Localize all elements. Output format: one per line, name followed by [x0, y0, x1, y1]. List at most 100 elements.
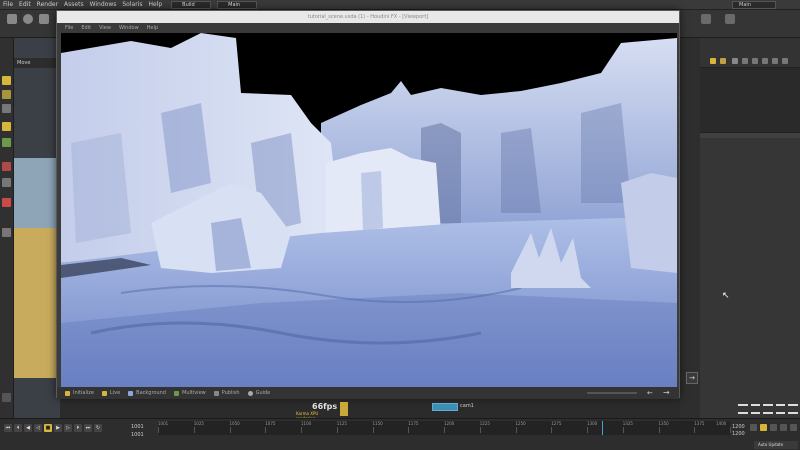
move-tool-icon[interactable] — [2, 90, 11, 99]
menu-edit[interactable]: Edit — [16, 0, 34, 10]
pose-tool-icon[interactable] — [2, 178, 11, 187]
shelf-tool-box[interactable] — [6, 14, 18, 34]
home-icon[interactable] — [720, 58, 726, 64]
shelf-tool-tube[interactable] — [38, 14, 50, 34]
help-icon[interactable] — [742, 58, 748, 64]
menu-solaris[interactable]: Solaris — [119, 0, 145, 10]
timeline-playhead[interactable] — [602, 421, 603, 435]
status-guide-label: Guide — [255, 390, 271, 396]
window-title: tutorial_scene.usda (1) - Houdini FX - [… — [57, 11, 679, 23]
timeline-bar: ⏮ ⏴ ◀ ◁ ■ ▶ ▷ ⏵ ⏭ ↻ 1001 1001 1001 1025 10… — [0, 418, 800, 450]
end-frame[interactable]: 1200 — [732, 424, 745, 430]
play-button[interactable]: ▶ — [54, 424, 62, 432]
status-initialize[interactable]: Initialize — [65, 390, 94, 396]
step-back-button[interactable]: ⏴ — [14, 424, 22, 432]
pin-icon[interactable] — [710, 58, 716, 64]
timeline-tick — [301, 427, 302, 433]
status-live[interactable]: Live — [101, 390, 121, 396]
right-panel — [680, 38, 800, 418]
timeline-tick-label: 1400 — [716, 421, 727, 426]
parameter-area — [700, 68, 800, 138]
scale-tool-icon[interactable] — [2, 122, 11, 131]
shelf-dash-row-2 — [738, 412, 798, 416]
shelf-tool-light[interactable] — [724, 14, 736, 34]
timeline-tick — [158, 427, 159, 433]
multiview-icon — [174, 390, 179, 396]
autokey-icon[interactable] — [760, 424, 767, 431]
window-statusbar: Initialize Live Background Multiview Pub… — [57, 387, 679, 399]
desktop-selector-build[interactable]: Build — [171, 0, 212, 9]
prev-key-button[interactable]: ◁ — [34, 424, 42, 432]
left-pane-tab[interactable]: Move — [14, 58, 60, 68]
window-menu-help[interactable]: Help — [143, 25, 162, 31]
timeline-tick-label: 1050 — [229, 421, 240, 426]
back-arrow-icon[interactable]: ← — [647, 389, 653, 397]
playback-controls: ⏮ ⏴ ◀ ◁ ■ ▶ ▷ ⏵ ⏭ ↻ — [4, 424, 102, 432]
channel-icon[interactable] — [770, 424, 777, 431]
shelf-tool-sphere[interactable] — [22, 14, 34, 34]
jump-start-button[interactable]: ⏮ — [4, 424, 12, 432]
select-tool-icon[interactable] — [2, 76, 11, 85]
status-background[interactable]: Background — [128, 390, 166, 396]
timeline-tick — [229, 427, 231, 433]
ice-canyon-render — [61, 33, 677, 388]
info-icon[interactable] — [772, 58, 778, 64]
link-icon[interactable] — [752, 58, 758, 64]
auto-update-dropdown[interactable]: Auto Update — [754, 441, 798, 449]
current-frame[interactable]: 1001 — [131, 424, 144, 430]
key-icon[interactable] — [750, 424, 757, 431]
desktop-selector-main[interactable]: Main — [217, 0, 258, 9]
timeline-tick-label: 1250 — [515, 421, 526, 426]
expand-arrow-button[interactable]: → — [686, 372, 698, 384]
step-forward-button[interactable]: ⏵ — [74, 424, 82, 432]
status-slider[interactable] — [587, 392, 637, 394]
jump-end-button[interactable]: ⏭ — [84, 424, 92, 432]
play-reverse-button[interactable]: ◀ — [24, 424, 32, 432]
desktop-selector-right[interactable]: Main — [732, 1, 776, 9]
camera-selector-button[interactable] — [432, 403, 458, 411]
status-guide[interactable]: Guide — [247, 390, 271, 396]
window-menu-window[interactable]: Window — [115, 25, 143, 31]
magnet-tool-icon[interactable] — [2, 198, 11, 207]
stop-button[interactable]: ■ — [44, 424, 52, 432]
window-menu-view[interactable]: View — [95, 25, 115, 31]
forward-arrow-icon[interactable]: → — [663, 388, 670, 397]
snap-tool-icon[interactable] — [2, 393, 11, 402]
scope-icon[interactable] — [780, 424, 787, 431]
menu-file[interactable]: File — [0, 0, 16, 10]
network-editor[interactable] — [700, 138, 800, 418]
timeline-tick-label: 1075 — [265, 421, 276, 426]
render-viewport[interactable] — [61, 33, 677, 388]
timeline-tick — [587, 427, 588, 433]
window-menu-file[interactable]: File — [61, 25, 77, 31]
layout-icon[interactable] — [782, 58, 788, 64]
timeline-tick — [372, 427, 374, 433]
menu-help[interactable]: Help — [145, 0, 165, 10]
status-multiview[interactable]: Multiview — [174, 390, 206, 396]
rotate-tool-icon[interactable] — [2, 104, 11, 113]
next-key-button[interactable]: ▷ — [64, 424, 72, 432]
status-live-label: Live — [109, 390, 121, 396]
brush-tool-icon[interactable] — [2, 162, 11, 171]
timeline-ruler[interactable]: 1001 1025 1050 1075 1100 1125 1150 1175 1200 1225… — [158, 421, 731, 435]
render-progress-icon — [340, 402, 348, 416]
mid-pillar — [326, 148, 441, 238]
timeline-tick-label: 1200 — [444, 421, 455, 426]
shelf-tool-camera[interactable] — [700, 14, 712, 34]
audio-icon[interactable] — [790, 424, 797, 431]
guide-icon — [247, 390, 253, 396]
gear-icon[interactable] — [732, 58, 738, 64]
main-menubar: File Edit Render Assets Windows Solaris … — [0, 0, 800, 10]
status-publish[interactable]: Publish — [213, 390, 240, 396]
view-tool-icon[interactable] — [2, 228, 11, 237]
timeline-tick-label: 1001 — [158, 421, 169, 426]
loop-button[interactable]: ↻ — [94, 424, 102, 432]
menu-render[interactable]: Render — [34, 0, 61, 10]
menu-windows[interactable]: Windows — [87, 0, 120, 10]
handle-tool-icon[interactable] — [2, 138, 11, 147]
list-icon[interactable] — [762, 58, 768, 64]
menu-assets[interactable]: Assets — [61, 0, 87, 10]
end-frame-sub[interactable]: 1200 — [732, 431, 745, 437]
window-menu-edit[interactable]: Edit — [77, 25, 95, 31]
start-frame[interactable]: 1001 — [131, 432, 144, 438]
